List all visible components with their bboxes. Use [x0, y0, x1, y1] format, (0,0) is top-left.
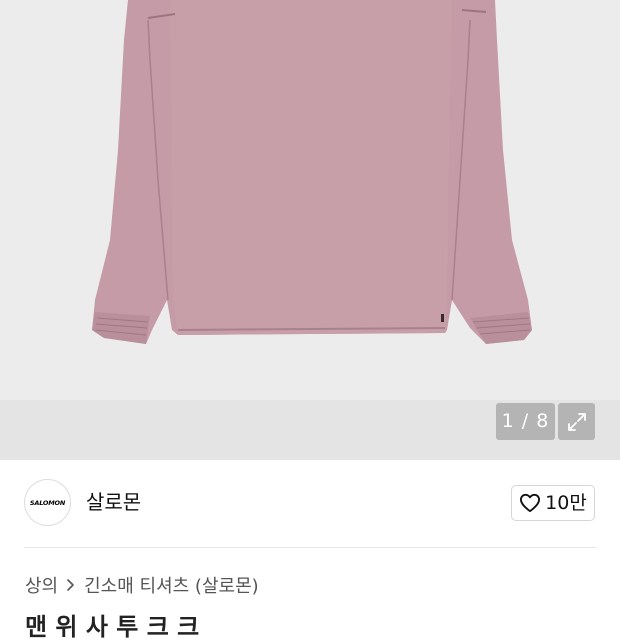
product-photo[interactable]	[0, 0, 620, 400]
jacket-front-panel	[170, 0, 452, 335]
breadcrumb-item-subcategory[interactable]: 긴소매 티셔츠 (살로몬)	[84, 572, 259, 598]
heart-outline-icon	[520, 493, 541, 513]
product-title: 맨 위 사 투 크 크	[25, 613, 200, 641]
chevron-right-icon	[66, 578, 76, 592]
image-counter: 1 / 8	[496, 403, 555, 440]
expand-arrows-icon	[567, 412, 586, 431]
breadcrumb: 상의 긴소매 티셔츠 (살로몬)	[25, 572, 259, 598]
brand-logo[interactable]: SALOMON	[24, 479, 71, 526]
brand-logo-text: SALOMON	[29, 498, 66, 507]
like-count: 10만	[545, 492, 587, 514]
divider	[24, 547, 596, 548]
brand-row: SALOMON 살로몬 10만	[24, 479, 596, 527]
brand-name[interactable]: 살로몬	[86, 489, 141, 515]
like-button[interactable]: 10만	[511, 485, 595, 521]
breadcrumb-item-category[interactable]: 상의	[25, 572, 58, 598]
product-image-gallery[interactable]: 1 / 8	[0, 0, 620, 460]
expand-button[interactable]	[558, 403, 595, 440]
